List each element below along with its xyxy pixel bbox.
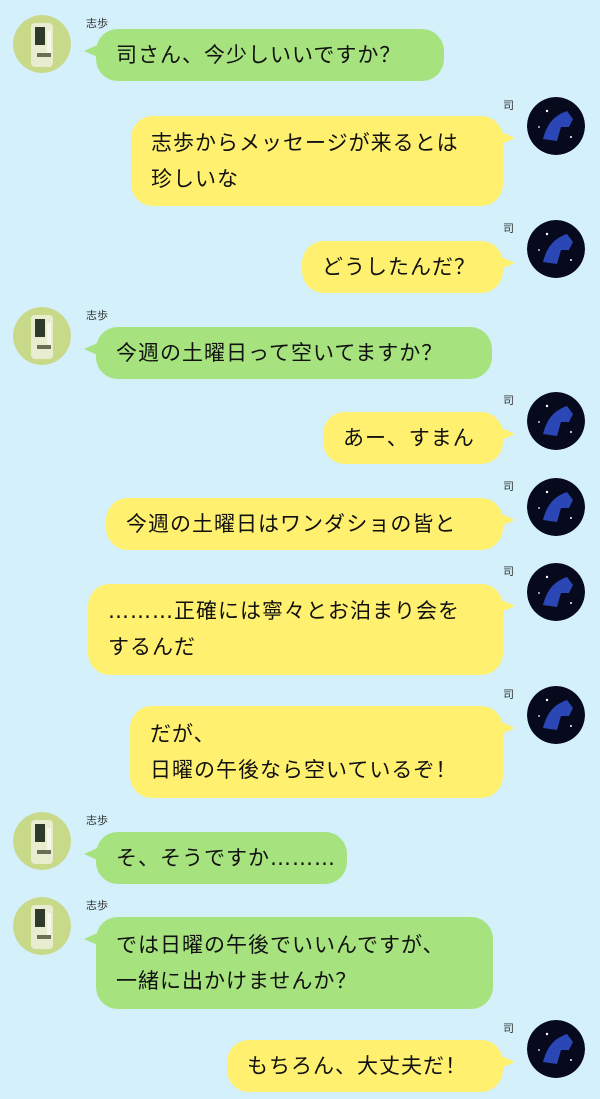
message-text: ………正確には寧々とお泊まり会を bbox=[108, 599, 460, 623]
message-text: あー、すまん bbox=[343, 426, 475, 450]
message-text: 司さん、今少しいいですか？ bbox=[116, 43, 402, 67]
message-bubble[interactable]: では日曜の午後でいいんですが、 一緒に出かけませんか？ bbox=[84, 917, 493, 1009]
sender-name: 司 bbox=[503, 1022, 514, 1035]
sender-name: 司 bbox=[503, 480, 514, 493]
horse-constellation-avatar-icon[interactable] bbox=[527, 1020, 585, 1078]
horse-constellation-avatar-icon[interactable] bbox=[527, 686, 585, 744]
message-bubble[interactable]: そ、そうですか……… bbox=[84, 832, 347, 884]
message-bubble[interactable]: 今週の土曜日って空いてますか？ bbox=[84, 327, 492, 379]
message-text: 日曜の午後なら空いているぞ！ bbox=[150, 758, 458, 782]
message-text: 一緒に出かけませんか？ bbox=[116, 969, 358, 993]
guitar-avatar-icon[interactable] bbox=[13, 307, 71, 365]
message-text: もちろん、大丈夫だ！ bbox=[247, 1054, 467, 1078]
message-text: 今週の土曜日はワンダショの皆と bbox=[126, 512, 457, 536]
message-bubble[interactable]: だが、 日曜の午後なら空いているぞ！ bbox=[130, 706, 515, 798]
message-text: 珍しいな bbox=[151, 167, 239, 191]
horse-constellation-avatar-icon[interactable] bbox=[527, 97, 585, 155]
message-text: では日曜の午後でいいんですが、 bbox=[116, 933, 445, 957]
sender-name: 志歩 bbox=[86, 899, 108, 912]
sender-name: 司 bbox=[503, 99, 514, 112]
sender-name: 司 bbox=[503, 688, 514, 701]
message-bubble[interactable]: 今週の土曜日はワンダショの皆と bbox=[106, 498, 515, 550]
message-text: どうしたんだ？ bbox=[322, 255, 476, 279]
sender-name: 志歩 bbox=[86, 309, 108, 322]
sender-name: 志歩 bbox=[86, 814, 108, 827]
guitar-avatar-icon[interactable] bbox=[13, 15, 71, 73]
message-bubble[interactable]: 志歩からメッセージが来るとは 珍しいな bbox=[131, 116, 515, 206]
message-bubble[interactable]: もちろん、大丈夫だ！ bbox=[227, 1040, 515, 1092]
guitar-avatar-icon[interactable] bbox=[13, 897, 71, 955]
chat-thread: 志歩 司さん、今少しいいですか？ 司 志歩からメッセージが来るとは 珍しいな 司… bbox=[0, 0, 600, 1099]
message-text: 今週の土曜日って空いてますか？ bbox=[116, 341, 444, 365]
horse-constellation-avatar-icon[interactable] bbox=[527, 392, 585, 450]
sender-name: 志歩 bbox=[86, 17, 108, 30]
sender-name: 司 bbox=[503, 394, 514, 407]
message-text: だが、 bbox=[150, 722, 216, 746]
message-bubble[interactable]: あー、すまん bbox=[323, 412, 515, 464]
sender-name: 司 bbox=[503, 565, 514, 578]
message-text: そ、そうですか……… bbox=[116, 846, 336, 870]
sender-name: 司 bbox=[503, 222, 514, 235]
message-text: するんだ bbox=[108, 635, 196, 659]
horse-constellation-avatar-icon[interactable] bbox=[527, 563, 585, 621]
message-bubble[interactable]: ………正確には寧々とお泊まり会を するんだ bbox=[88, 584, 515, 675]
message-bubble[interactable]: どうしたんだ？ bbox=[302, 241, 515, 293]
guitar-avatar-icon[interactable] bbox=[13, 812, 71, 870]
message-text: 志歩からメッセージが来るとは bbox=[151, 131, 459, 155]
message-bubble[interactable]: 司さん、今少しいいですか？ bbox=[84, 29, 444, 81]
horse-constellation-avatar-icon[interactable] bbox=[527, 478, 585, 536]
horse-constellation-avatar-icon[interactable] bbox=[527, 220, 585, 278]
